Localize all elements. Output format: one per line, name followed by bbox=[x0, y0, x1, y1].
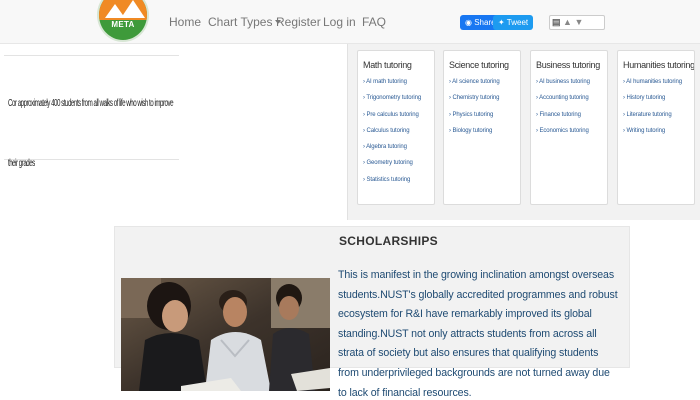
link-label: Statistics tutoring bbox=[366, 176, 411, 183]
link-label: AI business tutoring bbox=[539, 79, 590, 85]
tutoring-panel: Math tutoring › AI math tutoring › Trigo… bbox=[347, 44, 700, 220]
vote-widget[interactable]: ▤ ▲ ▼ bbox=[549, 15, 605, 30]
link-label: Physics tutoring bbox=[452, 111, 494, 118]
tweet-label: Tweet bbox=[506, 18, 529, 27]
tutoring-link[interactable]: › Algebra tutoring bbox=[363, 144, 430, 160]
upvote-icon[interactable]: ▲ bbox=[563, 17, 572, 27]
downvote-icon[interactable]: ▼ bbox=[574, 17, 583, 27]
link-label: History tutoring bbox=[626, 95, 666, 102]
link-label: Writing tutoring bbox=[626, 127, 666, 134]
tweet-button[interactable]: ✦ Tweet bbox=[493, 15, 534, 30]
top-navbar: META Home Chart Types Register Log in FA… bbox=[0, 0, 700, 44]
link-label: Pre calculus tutoring bbox=[366, 111, 419, 118]
nav-register-link[interactable]: Register bbox=[276, 15, 321, 29]
link-label: Economics tutoring bbox=[539, 127, 589, 134]
site-logo[interactable]: META bbox=[97, 0, 149, 42]
students-photo bbox=[121, 278, 330, 391]
tutoring-link[interactable]: › Geometry tutoring bbox=[363, 160, 430, 176]
tutoring-link[interactable]: › AI business tutoring bbox=[536, 79, 603, 95]
nav-chart-types-label: Chart Types bbox=[208, 15, 273, 29]
link-label: Geometry tutoring bbox=[366, 160, 413, 167]
link-label: Finance tutoring bbox=[539, 111, 581, 118]
tutoring-link[interactable]: › Biology tutoring bbox=[449, 128, 516, 144]
tutoring-link[interactable]: › Chemistry tutoring bbox=[449, 95, 516, 111]
column-title: Humanities tutoring bbox=[623, 60, 695, 70]
tutoring-link[interactable]: › AI science tutoring bbox=[449, 79, 516, 95]
tutoring-column-humanities: Humanities tutoring › AI humanities tuto… bbox=[617, 50, 695, 205]
column-title: Science tutoring bbox=[449, 60, 509, 70]
banner-text: Cor approximately 400 students from all … bbox=[8, 98, 174, 169]
link-label: Accounting tutoring bbox=[539, 95, 589, 102]
facebook-icon: ◉ bbox=[465, 18, 472, 27]
column-title: Business tutoring bbox=[536, 60, 600, 70]
link-label: Chemistry tutoring bbox=[452, 95, 500, 102]
logo-text: META bbox=[111, 20, 135, 29]
plus-icon: ▤ bbox=[552, 17, 561, 27]
tutoring-column-business: Business tutoring › AI business tutoring… bbox=[530, 50, 608, 205]
tutoring-column-math: Math tutoring › AI math tutoring › Trigo… bbox=[357, 50, 435, 205]
tutoring-link[interactable]: › Physics tutoring bbox=[449, 112, 516, 128]
link-label: Literature tutoring bbox=[626, 111, 672, 118]
logo-mountain-icon bbox=[121, 0, 145, 18]
tutoring-link[interactable]: › AI math tutoring bbox=[363, 79, 430, 95]
tutoring-link[interactable]: › AI humanities tutoring bbox=[623, 79, 690, 95]
column-title: Math tutoring bbox=[363, 60, 412, 70]
tutoring-link[interactable]: › Pre calculus tutoring bbox=[363, 112, 430, 128]
nav-login-link[interactable]: Log in bbox=[323, 15, 356, 29]
scholarships-title: SCHOLARSHIPS bbox=[339, 234, 438, 248]
tutoring-link[interactable]: › Economics tutoring bbox=[536, 128, 603, 144]
tutoring-link[interactable]: › Statistics tutoring bbox=[363, 177, 430, 193]
nav-faq-link[interactable]: FAQ bbox=[362, 15, 386, 29]
scholarships-body: This is manifest in the growing inclinat… bbox=[338, 269, 618, 399]
link-label: AI math tutoring bbox=[366, 79, 407, 85]
nav-home-link[interactable]: Home bbox=[169, 15, 201, 29]
link-label: Algebra tutoring bbox=[366, 144, 407, 151]
link-label: AI humanities tutoring bbox=[626, 79, 682, 85]
tutoring-link[interactable]: › Accounting tutoring bbox=[536, 95, 603, 111]
nav-chart-types-dropdown[interactable]: Chart Types bbox=[208, 15, 282, 29]
link-label: Biology tutoring bbox=[452, 127, 493, 134]
link-label: Trigonometry tutoring bbox=[366, 95, 422, 102]
link-label: AI science tutoring bbox=[452, 79, 500, 85]
tutoring-link[interactable]: › Writing tutoring bbox=[623, 128, 690, 144]
tutoring-column-science: Science tutoring › AI science tutoring ›… bbox=[443, 50, 521, 205]
link-label: Calculus tutoring bbox=[366, 127, 410, 134]
twitter-icon: ✦ bbox=[498, 18, 505, 27]
students-photo-illustration bbox=[121, 278, 330, 391]
tutoring-link[interactable]: › Calculus tutoring bbox=[363, 128, 430, 144]
promo-banner: Cor approximately 400 students from all … bbox=[4, 55, 179, 169]
tutoring-link[interactable]: › Finance tutoring bbox=[536, 112, 603, 128]
tutoring-link[interactable]: › Trigonometry tutoring bbox=[363, 95, 430, 111]
tutoring-link[interactable]: › History tutoring bbox=[623, 95, 690, 111]
tutoring-link[interactable]: › Literature tutoring bbox=[623, 112, 690, 128]
